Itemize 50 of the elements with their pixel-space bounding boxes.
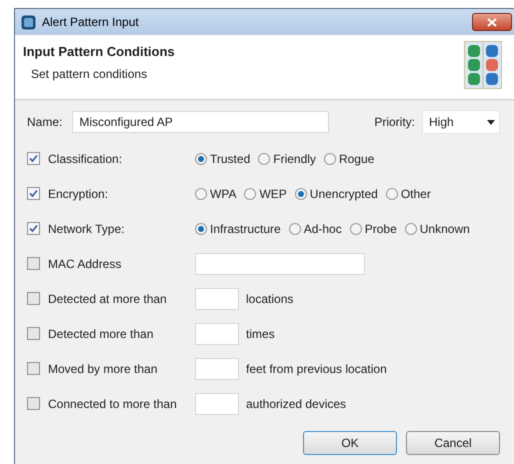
number-field[interactable] bbox=[195, 358, 239, 380]
name-field[interactable]: Misconfigured AP bbox=[72, 111, 330, 133]
radio-option[interactable]: Ad-hoc bbox=[288, 222, 342, 236]
condition-label: Detected more than bbox=[48, 326, 154, 340]
checkbox[interactable] bbox=[27, 327, 40, 340]
window-title: Alert Pattern Input bbox=[42, 15, 140, 29]
checkbox[interactable] bbox=[27, 257, 40, 270]
condition-label: Detected at more than bbox=[48, 292, 168, 306]
ok-button[interactable]: OK bbox=[303, 431, 397, 455]
unit-label: times bbox=[246, 326, 275, 340]
unit-label: feet from previous location bbox=[246, 362, 387, 376]
name-label: Name: bbox=[27, 115, 62, 129]
checkbox[interactable] bbox=[27, 222, 40, 235]
number-field[interactable] bbox=[195, 288, 239, 310]
pattern-grid-icon bbox=[464, 41, 502, 89]
condition-label: Connected to more than bbox=[48, 396, 178, 410]
number-field[interactable] bbox=[195, 322, 239, 344]
condition-label: Network Type: bbox=[48, 222, 126, 236]
checkbox[interactable] bbox=[27, 187, 40, 200]
radio-option[interactable]: WEP bbox=[244, 186, 287, 200]
radio-option[interactable]: Unknown bbox=[404, 222, 470, 236]
radio-option[interactable]: Other bbox=[386, 186, 431, 200]
checkbox[interactable] bbox=[27, 292, 40, 305]
radio-option[interactable]: Friendly bbox=[258, 152, 316, 166]
checkbox[interactable] bbox=[27, 152, 40, 165]
radio-option[interactable]: Trusted bbox=[195, 152, 250, 166]
radio-option[interactable]: Probe bbox=[350, 222, 397, 236]
condition-label: Encryption: bbox=[48, 186, 110, 200]
condition-label: Classification: bbox=[48, 152, 124, 166]
unit-label: locations bbox=[246, 292, 294, 306]
cancel-button[interactable]: Cancel bbox=[406, 431, 500, 455]
caret-icon bbox=[487, 120, 495, 124]
radio-option[interactable]: Infrastructure bbox=[195, 222, 281, 236]
unit-label: authorized devices bbox=[246, 396, 346, 410]
header-title: Input Pattern Conditions bbox=[23, 44, 176, 59]
condition-label: MAC Address bbox=[48, 256, 122, 270]
number-field[interactable] bbox=[195, 392, 239, 414]
close-icon bbox=[487, 18, 497, 26]
header-subtitle: Set pattern conditions bbox=[30, 67, 148, 81]
mac-address-field[interactable] bbox=[195, 252, 365, 274]
close-button[interactable] bbox=[472, 13, 512, 31]
radio-option[interactable]: Unencrypted bbox=[294, 186, 378, 200]
condition-label: Moved by more than bbox=[48, 362, 158, 376]
app-icon bbox=[21, 14, 36, 30]
radio-option[interactable]: Rogue bbox=[324, 152, 374, 166]
priority-label: Priority: bbox=[374, 115, 415, 129]
checkbox[interactable] bbox=[27, 362, 40, 375]
radio-option[interactable]: WPA bbox=[195, 186, 236, 200]
checkbox[interactable] bbox=[27, 397, 40, 410]
priority-dropdown[interactable]: High bbox=[422, 110, 500, 134]
